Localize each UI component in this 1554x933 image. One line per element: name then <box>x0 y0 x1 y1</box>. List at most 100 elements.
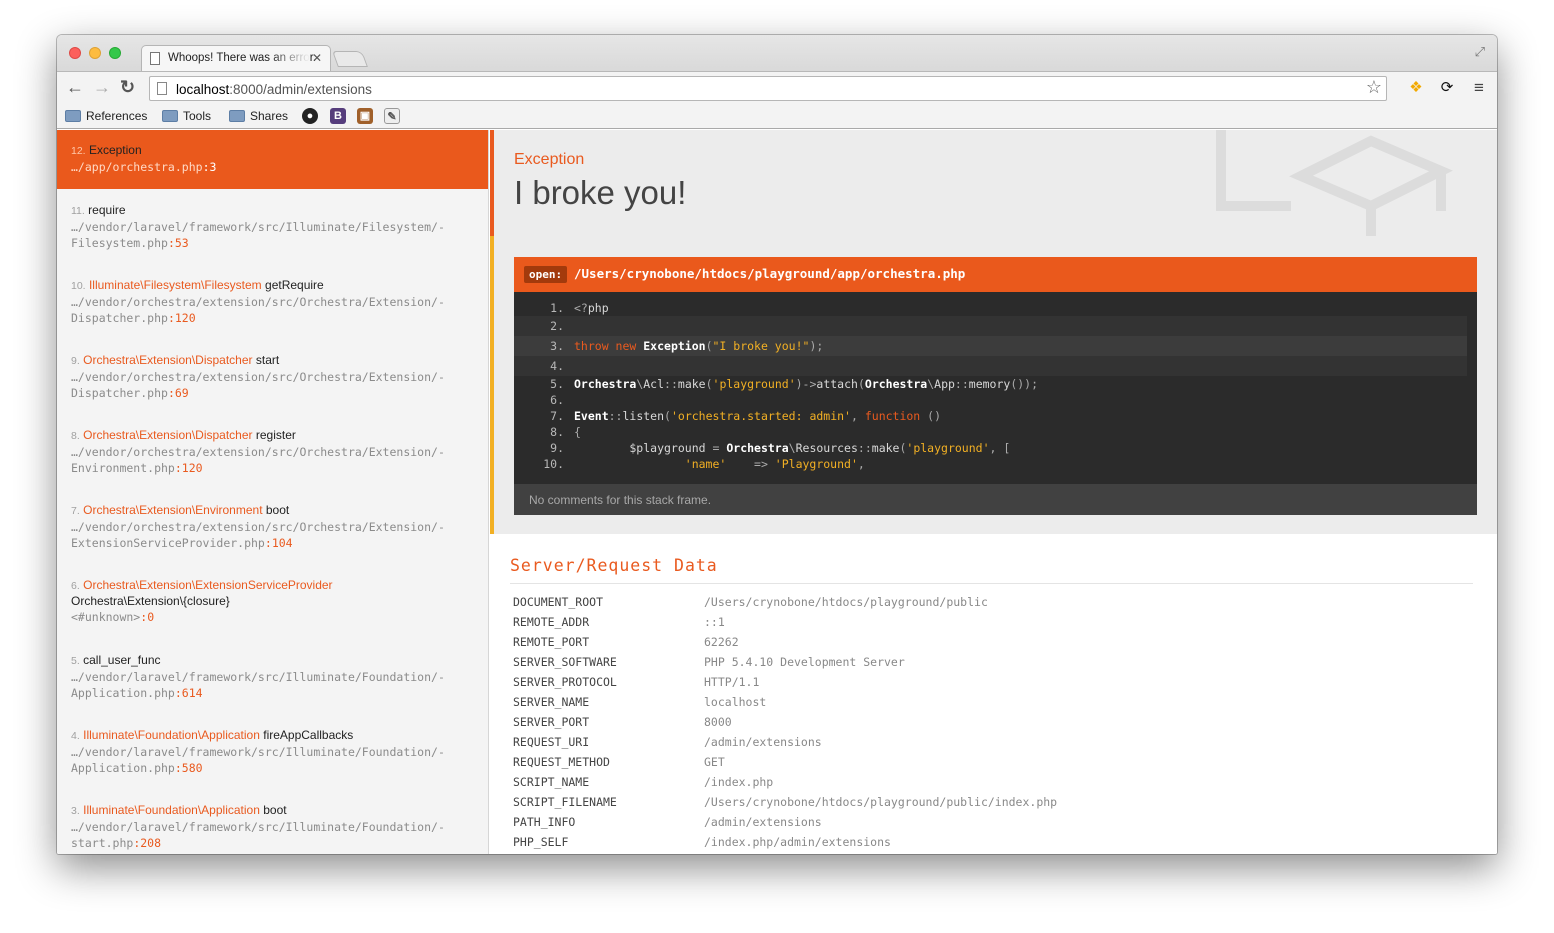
new-tab-button[interactable] <box>332 51 368 67</box>
address-bar[interactable]: localhost:8000/admin/extensions ☆ <box>149 76 1387 101</box>
line-number: 9. <box>550 441 564 455</box>
data-value: 62262 <box>704 635 739 649</box>
data-row: REMOTE_ADDR::1 <box>510 612 1473 632</box>
frame-line: 69 <box>174 386 189 400</box>
exception-type: Exception <box>514 151 585 168</box>
line-number: 10. <box>543 457 564 471</box>
bookmark-folder-references[interactable]: References <box>65 109 147 123</box>
stack-frames-panel: 12. Exception …/app/orchestra.php:3 11. re… <box>57 130 489 854</box>
stack-frame[interactable]: 8. Orchestra\Extension\Dispatcher regist… <box>57 414 488 489</box>
file-path-bar[interactable]: open: /Users/crynobone/htdocs/playground… <box>514 257 1477 292</box>
data-value: HTTP/1.1 <box>704 675 760 689</box>
stack-frame[interactable]: 11. require …/vendor/laravel/framework/sr… <box>57 189 488 264</box>
data-row: SERVER_PROTOCOL HTTP/1.1 <box>510 672 1473 692</box>
bookmark-label: Shares <box>250 109 289 123</box>
browser-toolbar: ← → ↻ localhost:8000/admin/extensions ☆ … <box>57 71 1497 105</box>
data-row: PHP_SELF/index.php/admin/extensions <box>510 832 1473 852</box>
frame-file-path: …/vendor/orchestra/extension/src/Orchest… <box>71 445 445 459</box>
stack-frame[interactable]: 5. call_user_func …/vendor/laravel/framew… <box>57 639 488 714</box>
frame-file-name: Application.php <box>71 761 175 775</box>
frame-line: 104 <box>271 536 293 550</box>
url-text[interactable]: localhost:8000/admin/extensions <box>176 82 372 97</box>
line-number: 1. <box>550 301 564 315</box>
data-key: REQUEST_URI <box>513 735 590 749</box>
frame-line: 208 <box>140 836 162 850</box>
frame-file: …/vendor/laravel/framework/src/Illuminat… <box>71 220 445 250</box>
frame-class: Orchestra\Extension\Dispatcher <box>83 353 253 367</box>
data-row: SERVER_PORT 8000 <box>510 712 1473 732</box>
data-row: SERVER_NAME localhost <box>510 692 1473 712</box>
code-line: 6. <box>514 392 1467 408</box>
open-badge[interactable]: open: <box>524 266 568 283</box>
extension-icon[interactable]: ❖ <box>1407 79 1425 97</box>
bookmark-star-icon[interactable]: ☆ <box>1366 77 1382 98</box>
github-icon[interactable]: ● <box>302 108 318 124</box>
frame-function: boot <box>265 503 290 517</box>
data-row: SCRIPT_NAME/index.php <box>510 772 1473 792</box>
frame-file-path: …/vendor/orchestra/extension/src/Orchest… <box>71 295 445 309</box>
details-panel: Exception I broke you! open: /Users/cryn… <box>490 130 1497 854</box>
stack-frame[interactable]: 7. Orchestra\Extension\Environment boot …… <box>57 489 488 564</box>
folder-icon <box>65 110 81 122</box>
fullscreen-icon[interactable]: ⤢ <box>1475 44 1485 60</box>
frame-index: 7. <box>71 505 80 517</box>
data-row: SCRIPT_FILENAME/Users/crynobone/htdocs/p… <box>510 792 1473 812</box>
frame-file-name: ExtensionServiceProvider.php <box>71 536 265 550</box>
frame-index: 11. <box>71 205 85 217</box>
package-icon[interactable]: ▣ <box>357 108 373 124</box>
bookmark-icon[interactable]: ✎ <box>384 108 400 124</box>
frame-class: Orchestra\Extension\Dispatcher <box>83 428 253 442</box>
frame-file: …/vendor/orchestra/extension/src/Orchest… <box>71 370 445 400</box>
data-row: REQUEST_URI/admin/extensions <box>510 732 1473 752</box>
bookmark-folder-shares[interactable]: Shares <box>229 109 288 123</box>
frame-index: 3. <box>71 805 80 817</box>
laravel-logo <box>1216 130 1453 236</box>
frame-file-name: Filesystem.php <box>71 236 168 250</box>
url-path: :8000/admin/extensions <box>229 82 372 97</box>
frame-file-name: Environment.php <box>71 461 175 475</box>
stack-frame[interactable]: 9. Orchestra\Extension\Dispatcher start …… <box>57 339 488 414</box>
line-number: 6. <box>550 393 564 407</box>
frame-file-name: Dispatcher.php <box>71 386 168 400</box>
tab-close-icon[interactable]: ✕ <box>312 51 322 65</box>
frame-line: 3 <box>209 160 217 174</box>
frame-file: …/vendor/laravel/framework/src/Illuminat… <box>71 745 445 775</box>
frame-file-path: …/vendor/laravel/framework/src/Illuminat… <box>71 820 445 834</box>
bootstrap-icon[interactable]: B <box>330 108 346 124</box>
bookmarks-bar: References Tools Shares ● B ▣ ✎ <box>57 105 1497 129</box>
code-line: 8.{ <box>514 424 1467 440</box>
stack-frame[interactable]: 6. Orchestra\Extension\ExtensionServiceP… <box>57 564 488 639</box>
minimize-window-button[interactable] <box>89 47 101 59</box>
zoom-window-button[interactable] <box>109 47 121 59</box>
stack-frame[interactable]: 10. Illuminate\Filesystem\Filesystem get… <box>57 264 488 339</box>
folder-icon <box>162 110 178 122</box>
close-window-button[interactable] <box>69 47 81 59</box>
menu-icon[interactable]: ≡ <box>1470 79 1488 97</box>
data-key: PATH_INFO <box>513 815 576 829</box>
frame-index: 5. <box>71 655 80 667</box>
stack-frame-active[interactable]: 12. Exception …/app/orchestra.php:3 <box>57 130 488 189</box>
stack-frame[interactable]: 3. Illuminate\Foundation\Application boo… <box>57 789 488 854</box>
reload-icon[interactable]: ↻ <box>120 77 135 98</box>
browser-tab[interactable]: Whoops! There was an error. ✕ <box>141 45 331 72</box>
bookmark-folder-tools[interactable]: Tools <box>162 109 211 123</box>
data-key: SERVER_SOFTWARE <box>513 655 617 669</box>
data-key: REMOTE_PORT <box>513 635 590 649</box>
frame-file: …/vendor/laravel/framework/src/Illuminat… <box>71 820 445 850</box>
back-icon[interactable]: ← <box>66 77 84 98</box>
line-number: 8. <box>550 425 564 439</box>
line-number: 7. <box>550 409 564 423</box>
frame-file: …/vendor/orchestra/extension/src/Orchest… <box>71 445 445 475</box>
sync-icon[interactable]: ⟳ <box>1438 79 1456 97</box>
stack-frame[interactable]: 4. Illuminate\Foundation\Application fir… <box>57 714 488 789</box>
forward-icon[interactable]: → <box>93 77 111 98</box>
data-row: REMOTE_PORT 62262 <box>510 632 1473 652</box>
frame-index: 12. <box>71 145 86 157</box>
code-line: 10. 'name' => 'Playground', <box>514 456 1467 472</box>
data-key: DOCUMENT_ROOT <box>513 595 604 609</box>
code-frame: open: /Users/crynobone/htdocs/playground… <box>490 236 1497 534</box>
data-value: /admin/extensions <box>704 735 822 749</box>
file-path[interactable]: /Users/crynobone/htdocs/playground/app/o… <box>574 266 965 281</box>
frame-function: require <box>88 203 126 217</box>
code-line: 1. <?php <box>514 300 1467 316</box>
